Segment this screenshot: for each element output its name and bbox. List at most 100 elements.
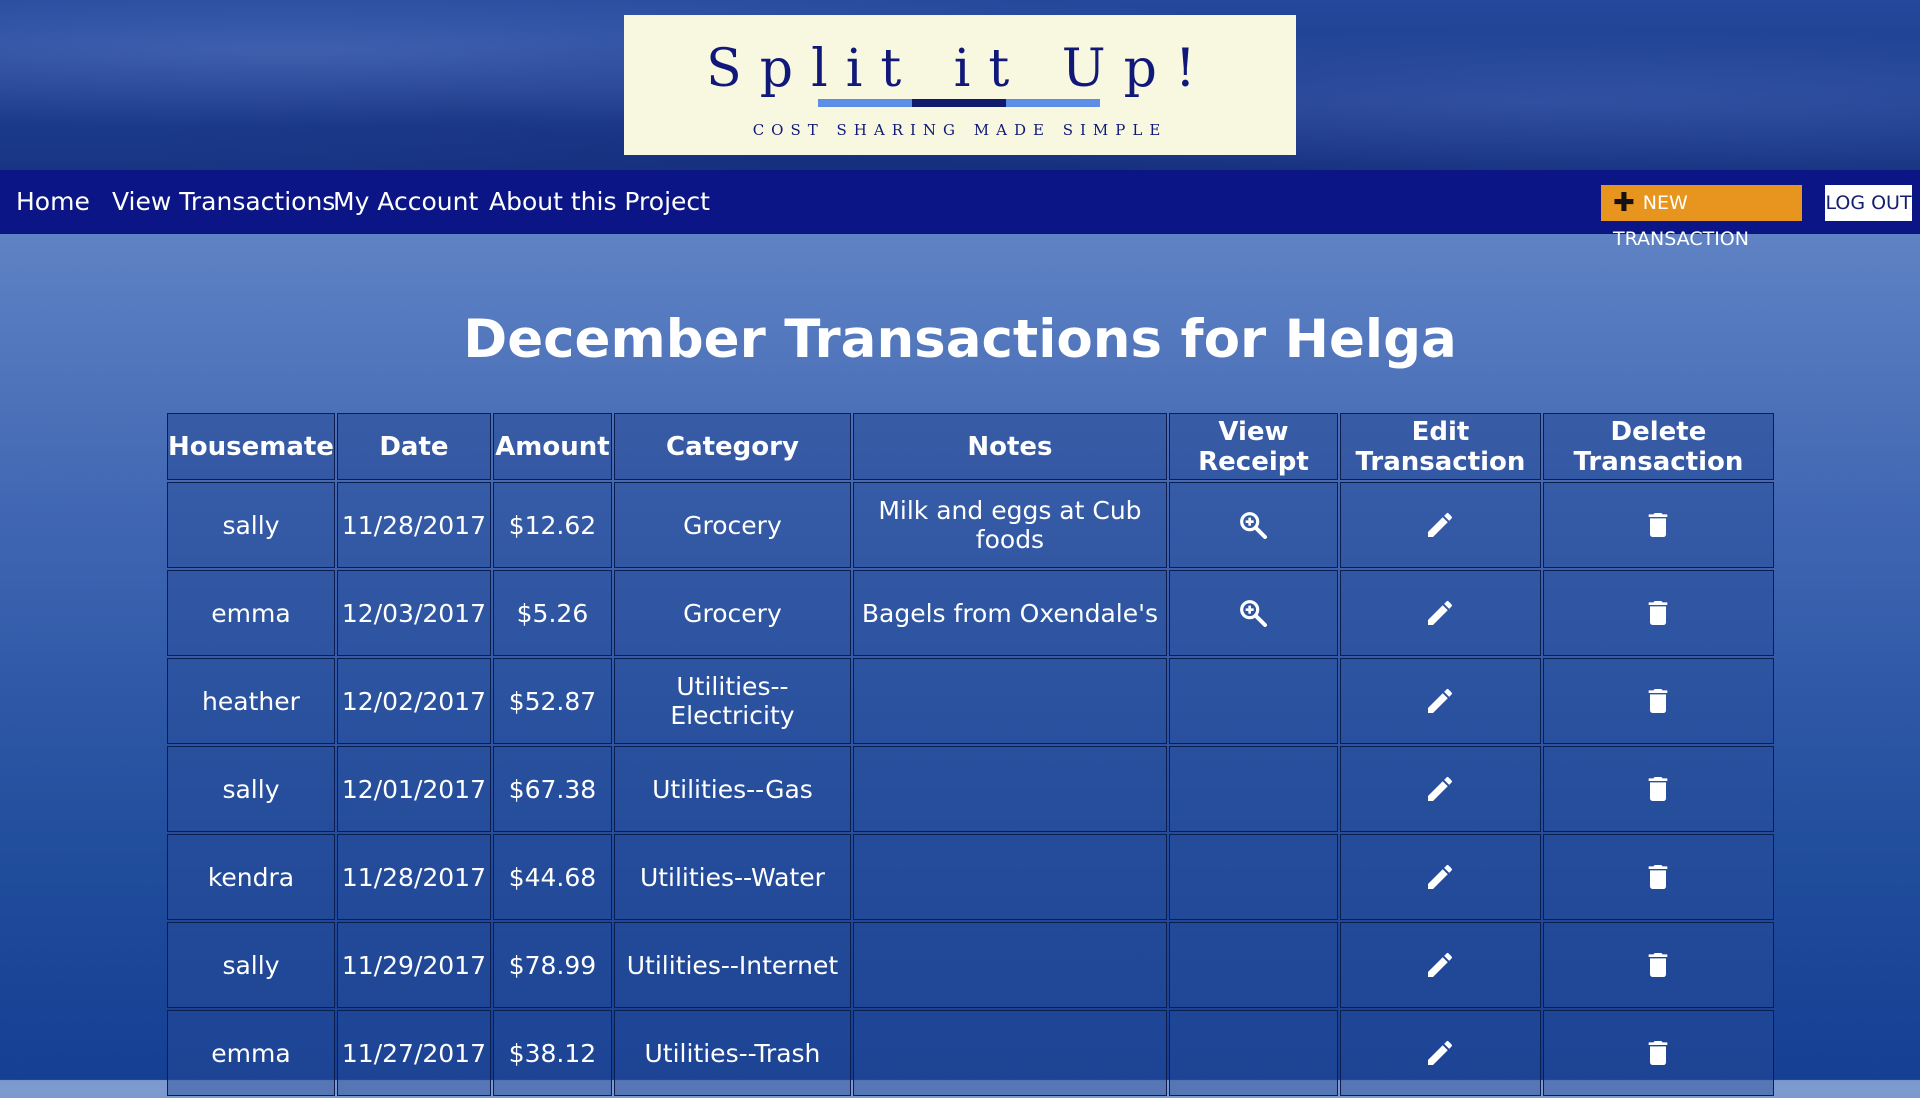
nav-view-transactions[interactable]: View Transactions — [112, 186, 335, 218]
cell-delete-transaction[interactable] — [1542, 658, 1774, 744]
cell-view-receipt — [1168, 1010, 1338, 1096]
cell-edit-transaction[interactable] — [1339, 570, 1541, 656]
new-transaction-button[interactable]: ✚ NEW TRANSACTION — [1601, 185, 1802, 250]
cell-housemate: sally — [167, 482, 335, 568]
cell-category: Utilities--Water — [613, 834, 851, 920]
cell-date: 11/29/2017 — [336, 922, 491, 1008]
table-row: sally 11/28/2017 $12.62 Grocery Milk and egg… — [167, 482, 1774, 568]
cell-delete-transaction[interactable] — [1542, 1010, 1774, 1096]
cell-edit-transaction[interactable] — [1339, 658, 1541, 744]
cell-date: 11/28/2017 — [336, 482, 491, 568]
column-header-view-receipt: View Receipt — [1168, 413, 1338, 480]
pencil-icon[interactable] — [1424, 1037, 1456, 1066]
cell-housemate: kendra — [167, 834, 335, 920]
cell-category: Grocery — [613, 482, 851, 568]
logout-button[interactable]: LOG OUT — [1825, 185, 1912, 221]
cell-delete-transaction[interactable] — [1542, 570, 1774, 656]
transactions-table: Housemate Date Amount Category Notes Vie… — [165, 411, 1776, 1098]
nav-home[interactable]: Home — [16, 186, 90, 218]
cell-amount: $67.38 — [492, 746, 612, 832]
column-header-date: Date — [336, 413, 491, 480]
cell-amount: $5.26 — [492, 570, 612, 656]
column-header-delete-transaction: Delete Transaction — [1542, 413, 1774, 480]
trash-icon[interactable] — [1642, 861, 1674, 890]
site-logo[interactable]: Split it Up! COST SHARING MADE SIMPLE — [624, 15, 1296, 155]
zoom-in-icon[interactable] — [1237, 597, 1269, 627]
cell-category: Utilities--Trash — [613, 1010, 851, 1096]
column-header-amount: Amount — [492, 413, 612, 480]
pencil-icon[interactable] — [1424, 773, 1456, 802]
pencil-icon[interactable] — [1424, 949, 1456, 978]
cell-amount: $52.87 — [492, 658, 612, 744]
table-row: sally 12/01/2017 $67.38 Utilities--Gas — [167, 746, 1774, 832]
cell-notes: Bagels from Oxendale's — [852, 570, 1167, 656]
table-row: heather 12/02/2017 $52.87 Utilities--Electr… — [167, 658, 1774, 744]
cell-date: 12/03/2017 — [336, 570, 491, 656]
zoom-in-icon[interactable] — [1237, 509, 1269, 539]
column-header-housemate: Housemate — [167, 413, 335, 480]
cell-amount: $78.99 — [492, 922, 612, 1008]
cell-housemate: emma — [167, 1010, 335, 1096]
table-row: sally 11/29/2017 $78.99 Utilities--Internet — [167, 922, 1774, 1008]
table-row: kendra 11/28/2017 $44.68 Utilities--Water — [167, 834, 1774, 920]
cell-housemate: emma — [167, 570, 335, 656]
cell-notes — [852, 922, 1167, 1008]
pencil-icon[interactable] — [1424, 597, 1456, 626]
cell-view-receipt — [1168, 658, 1338, 744]
logo-title: Split it Up! — [706, 39, 1214, 99]
cell-category: Grocery — [613, 570, 851, 656]
cell-view-receipt[interactable] — [1168, 570, 1338, 656]
cell-notes: Milk and eggs at Cub foods — [852, 482, 1167, 568]
cell-view-receipt[interactable] — [1168, 482, 1338, 568]
page-title: December Transactions for Helga — [463, 309, 1457, 370]
cell-housemate: sally — [167, 746, 335, 832]
cell-edit-transaction[interactable] — [1339, 922, 1541, 1008]
pencil-icon[interactable] — [1424, 861, 1456, 890]
cell-edit-transaction[interactable] — [1339, 1010, 1541, 1096]
logo-tagline: COST SHARING MADE SIMPLE — [752, 121, 1168, 139]
table-row: emma 12/03/2017 $5.26 Grocery Bagels from Ox… — [167, 570, 1774, 656]
cell-notes — [852, 658, 1167, 744]
table-row: emma 11/27/2017 $38.12 Utilities--Trash — [167, 1010, 1774, 1096]
trash-icon[interactable] — [1642, 773, 1674, 802]
cell-delete-transaction[interactable] — [1542, 746, 1774, 832]
cell-notes — [852, 746, 1167, 832]
column-header-category: Category — [613, 413, 851, 480]
cell-edit-transaction[interactable] — [1339, 482, 1541, 568]
cell-notes — [852, 1010, 1167, 1096]
trash-icon[interactable] — [1642, 685, 1674, 714]
logo-rule — [912, 99, 1006, 107]
trash-icon[interactable] — [1642, 1037, 1674, 1066]
nav-my-account[interactable]: My Account — [333, 186, 478, 218]
cell-amount: $44.68 — [492, 834, 612, 920]
cell-category: Utilities--Internet — [613, 922, 851, 1008]
trash-icon[interactable] — [1642, 597, 1674, 626]
cell-view-receipt — [1168, 834, 1338, 920]
cell-category: Utilities--Electricity — [613, 658, 851, 744]
cell-view-receipt — [1168, 922, 1338, 1008]
column-header-notes: Notes — [852, 413, 1167, 480]
plus-icon: ✚ — [1613, 188, 1635, 218]
cell-edit-transaction[interactable] — [1339, 746, 1541, 832]
cell-category: Utilities--Gas — [613, 746, 851, 832]
cell-edit-transaction[interactable] — [1339, 834, 1541, 920]
cell-notes — [852, 834, 1167, 920]
pencil-icon[interactable] — [1424, 685, 1456, 714]
nav-about-project[interactable]: About this Project — [489, 186, 710, 218]
logo-rule — [1006, 99, 1100, 107]
trash-icon[interactable] — [1642, 509, 1674, 538]
logo-rule — [818, 99, 912, 107]
trash-icon[interactable] — [1642, 949, 1674, 978]
cell-delete-transaction[interactable] — [1542, 922, 1774, 1008]
cell-amount: $38.12 — [492, 1010, 612, 1096]
cell-delete-transaction[interactable] — [1542, 834, 1774, 920]
cell-amount: $12.62 — [492, 482, 612, 568]
cell-housemate: sally — [167, 922, 335, 1008]
table-header-row: Housemate Date Amount Category Notes Vie… — [167, 413, 1774, 480]
pencil-icon[interactable] — [1424, 509, 1456, 538]
cell-delete-transaction[interactable] — [1542, 482, 1774, 568]
cell-date: 12/01/2017 — [336, 746, 491, 832]
cell-date: 11/27/2017 — [336, 1010, 491, 1096]
cell-housemate: heather — [167, 658, 335, 744]
cell-view-receipt — [1168, 746, 1338, 832]
